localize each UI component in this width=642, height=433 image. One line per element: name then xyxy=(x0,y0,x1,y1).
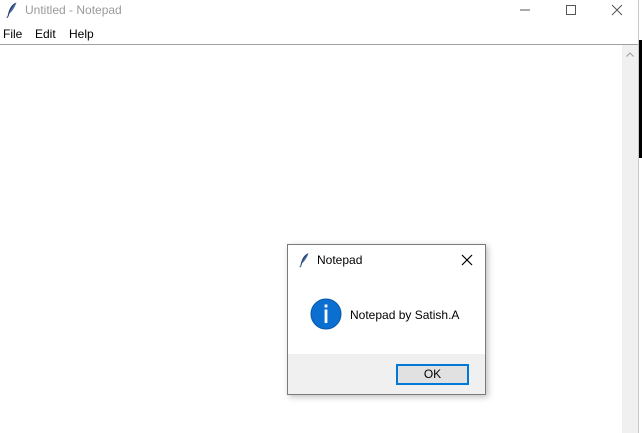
feather-quill-icon xyxy=(6,2,18,19)
menu-edit[interactable]: Edit xyxy=(35,27,56,41)
close-button[interactable] xyxy=(594,0,640,21)
dialog-title: Notepad xyxy=(317,253,363,267)
close-icon xyxy=(611,4,623,16)
window-title: Untitled - Notepad xyxy=(25,3,122,17)
maximize-icon xyxy=(566,5,576,15)
info-dialog: Notepad Notepad by Satish.A OK xyxy=(287,244,486,395)
feather-quill-icon xyxy=(299,252,310,268)
dialog-message: Notepad by Satish.A xyxy=(350,308,460,322)
minimize-button[interactable] xyxy=(502,0,548,21)
dialog-body: Notepad by Satish.A xyxy=(288,275,485,354)
vertical-scrollbar[interactable] xyxy=(622,45,638,433)
menu-bar: File Edit Help xyxy=(0,25,642,44)
info-icon xyxy=(310,298,342,330)
maximize-button[interactable] xyxy=(548,0,594,21)
minimize-icon xyxy=(520,9,530,11)
notepad-window: Untitled - Notepad File Edit Help Notepa… xyxy=(0,0,642,433)
dialog-footer: OK xyxy=(288,354,485,394)
scroll-up-arrow-icon[interactable] xyxy=(626,52,634,57)
dialog-title-bar[interactable]: Notepad xyxy=(288,245,485,275)
close-icon xyxy=(461,254,473,266)
dialog-close-button[interactable] xyxy=(458,251,476,269)
menu-file[interactable]: File xyxy=(3,27,22,41)
ok-button[interactable]: OK xyxy=(396,364,469,385)
title-bar[interactable]: Untitled - Notepad xyxy=(0,0,642,21)
menu-help[interactable]: Help xyxy=(69,27,94,41)
